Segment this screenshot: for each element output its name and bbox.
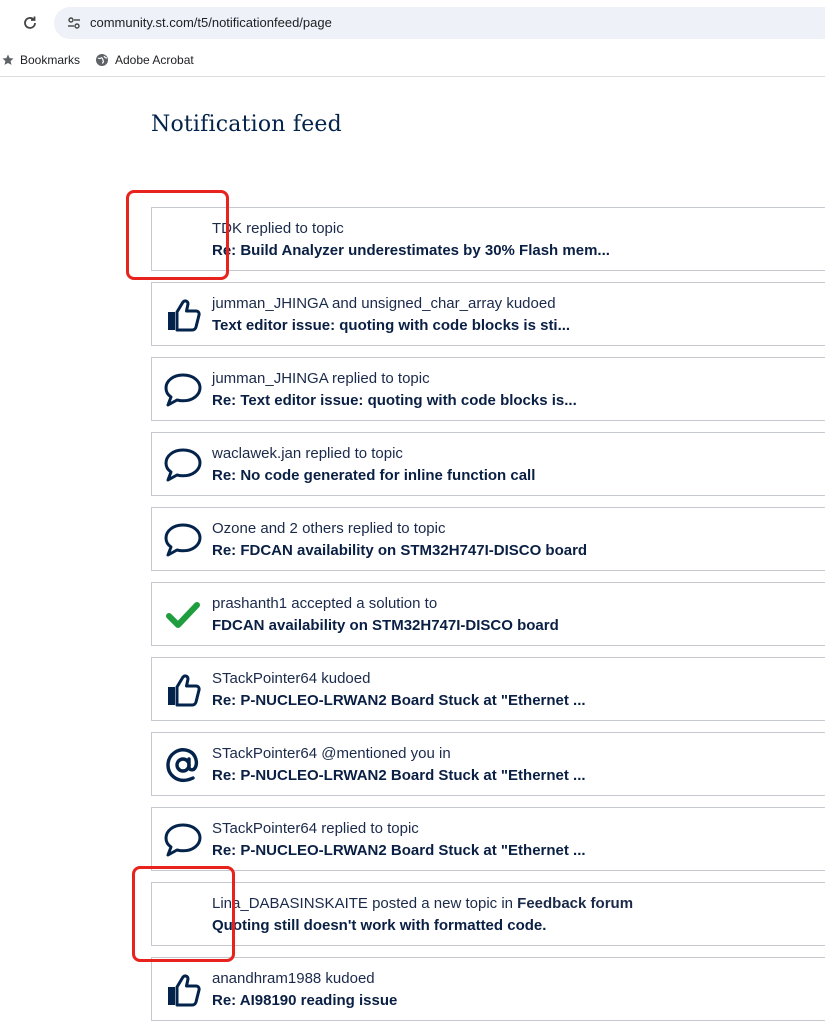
notification-item[interactable]: Ozone and 2 others replied to topic Re: … [151, 507, 825, 571]
notification-topic-link[interactable]: FDCAN availability on STM32H747I-DISCO b… [212, 617, 559, 634]
page-title: Notification feed [151, 112, 342, 137]
notification-topic-link[interactable]: Quoting still doesn't work with formatte… [212, 917, 546, 934]
speech-bubble-icon [163, 520, 203, 560]
notification-topic-link[interactable]: Re: No code generated for inline functio… [212, 467, 535, 484]
notification-item[interactable]: STackPointer64 kudoed Re: P-NUCLEO-LRWAN… [151, 657, 825, 721]
notification-topic-link[interactable]: Re: P-NUCLEO-LRWAN2 Board Stuck at "Ethe… [212, 767, 586, 784]
notification-actor: anandhram1988 kudoed [212, 970, 375, 987]
speech-bubble-icon [163, 445, 203, 485]
notification-actor: waclawek.jan replied to topic [212, 445, 403, 462]
thumbs-up-icon [163, 295, 203, 335]
notification-actor: TDK replied to topic [212, 220, 344, 237]
at-sign-icon [163, 745, 203, 785]
speech-bubble-icon [163, 820, 203, 860]
notification-topic-link[interactable]: Re: AI98190 reading issue [212, 992, 397, 1009]
notification-actor: STackPointer64 replied to topic [212, 820, 419, 837]
notification-item[interactable]: anandhram1988 kudoed Re: AI98190 reading… [151, 957, 825, 1021]
notification-item[interactable]: Lina_DABASINSKAITE posted a new topic in… [151, 882, 825, 946]
notification-topic-link[interactable]: Re: Build Analyzer underestimates by 30%… [212, 242, 610, 259]
notification-actor-text: Lina_DABASINSKAITE posted a new topic in [212, 895, 518, 912]
highlight-box [132, 866, 235, 962]
notification-item[interactable]: jumman_JHINGA replied to topic Re: Text … [151, 357, 825, 421]
notification-item[interactable]: STackPointer64 @mentioned you in Re: P-N… [151, 732, 825, 796]
reload-icon[interactable] [17, 10, 43, 36]
thumbs-up-icon [163, 670, 203, 710]
notification-actor: STackPointer64 @mentioned you in [212, 745, 451, 762]
notification-item[interactable]: waclawek.jan replied to topic Re: No cod… [151, 432, 825, 496]
forum-link[interactable]: Feedback forum [517, 895, 633, 912]
notification-actor: prashanth1 accepted a solution to [212, 595, 438, 612]
thumbs-up-icon [163, 970, 203, 1010]
highlight-box [126, 190, 229, 280]
notification-item[interactable]: prashanth1 accepted a solution to FDCAN … [151, 582, 825, 646]
checkmark-icon [163, 595, 203, 635]
url-text[interactable]: community.st.com/t5/notificationfeed/pag… [90, 15, 332, 30]
bookmarks-bar: Bookmarks Adobe Acrobat [0, 46, 825, 77]
address-bar[interactable]: community.st.com/t5/notificationfeed/pag… [54, 7, 825, 39]
bookmark-label: Bookmarks [20, 53, 81, 67]
bookmark-adobe-acrobat[interactable]: Adobe Acrobat [95, 53, 194, 67]
notification-item[interactable]: TDK replied to topic Re: Build Analyzer … [151, 207, 825, 271]
browser-toolbar: community.st.com/t5/notificationfeed/pag… [0, 0, 825, 46]
notification-actor: jumman_JHINGA and unsigned_char_array ku… [212, 295, 556, 312]
notification-actor: Lina_DABASINSKAITE posted a new topic in… [212, 895, 633, 912]
star-icon [2, 54, 14, 65]
notification-item[interactable]: jumman_JHINGA and unsigned_char_array ku… [151, 282, 825, 346]
notification-topic-link[interactable]: Re: P-NUCLEO-LRWAN2 Board Stuck at "Ethe… [212, 842, 586, 859]
bookmark-label: Adobe Acrobat [115, 53, 194, 67]
notification-topic-link[interactable]: Re: P-NUCLEO-LRWAN2 Board Stuck at "Ethe… [212, 692, 586, 709]
notification-topic-link[interactable]: Re: FDCAN availability on STM32H747I-DIS… [212, 542, 587, 559]
notification-item[interactable]: STackPointer64 replied to topic Re: P-NU… [151, 807, 825, 871]
site-settings-icon[interactable] [66, 15, 82, 31]
notification-topic-link[interactable]: Re: Text editor issue: quoting with code… [212, 392, 577, 409]
notification-actor: Ozone and 2 others replied to topic [212, 520, 446, 537]
speech-bubble-icon [163, 370, 203, 410]
notification-actor: jumman_JHINGA replied to topic [212, 370, 430, 387]
bookmarks-folder[interactable]: Bookmarks [2, 53, 80, 67]
globe-icon [96, 54, 108, 66]
notification-actor: STackPointer64 kudoed [212, 670, 371, 687]
notification-topic-link[interactable]: Text editor issue: quoting with code blo… [212, 317, 570, 334]
